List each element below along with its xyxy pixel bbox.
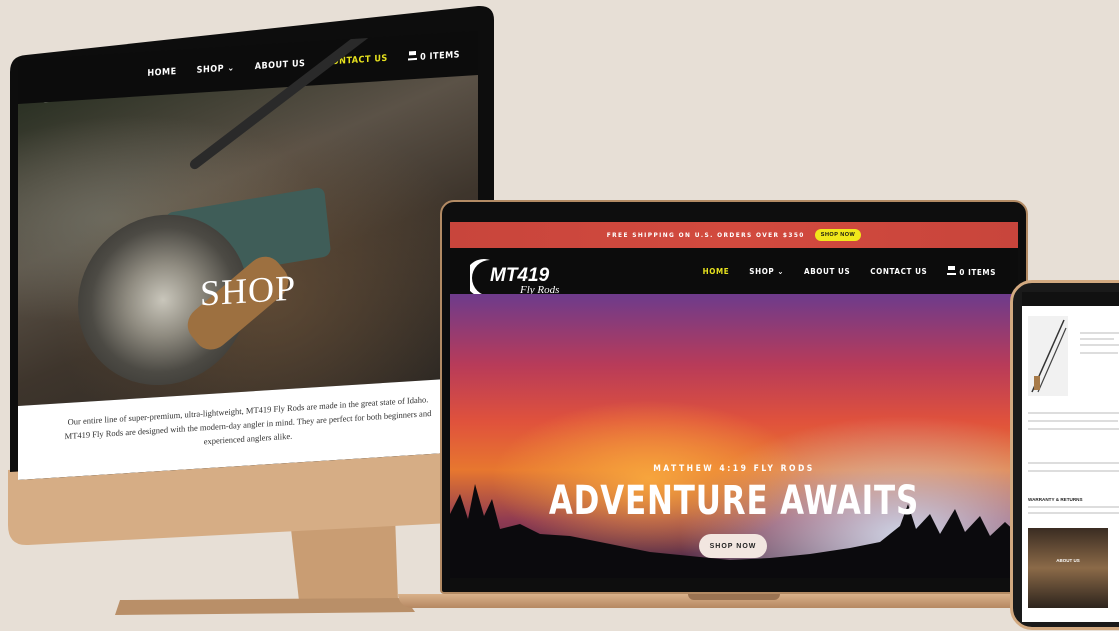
nav-shop[interactable]: SHOP ⌄	[197, 63, 235, 75]
nav-about[interactable]: ABOUT US	[804, 267, 850, 276]
nav-about[interactable]: ABOUT US	[255, 59, 306, 72]
hero-shop-now-button[interactable]: SHOP NOW	[699, 534, 767, 558]
mt419-logo[interactable]: MT419 Fly Rods	[470, 256, 580, 298]
cart-icon	[407, 50, 417, 61]
nav-contact[interactable]: CONTACT US	[870, 267, 927, 276]
nav-home[interactable]: HOME	[147, 67, 176, 79]
product-detail-line	[1028, 470, 1119, 472]
product-detail-line	[1080, 352, 1118, 354]
product-detail-line	[1028, 420, 1118, 422]
chevron-down-icon: ⌄	[777, 267, 785, 276]
nav-home[interactable]: HOME	[703, 267, 730, 276]
hero-title: ADVENTURE AWAITS	[548, 478, 920, 524]
promo-bar: FREE SHIPPING ON U.S. ORDERS OVER $350 S…	[450, 222, 1018, 248]
cart-icon	[947, 266, 957, 275]
nav-shop-label: SHOP	[749, 267, 775, 276]
laptop-hero-image: MATTHEW 4:19 FLY RODS ADVENTURE AWAITS S…	[450, 294, 1018, 578]
desktop-hero-image: SHOP	[18, 31, 478, 406]
cart-count: 0 ITEMS	[959, 268, 996, 277]
phone-screen: WARRANTY & RETURNS ABOUT US	[1022, 292, 1119, 622]
nav-shop[interactable]: SHOP ⌄	[749, 267, 784, 276]
product-detail-line	[1028, 506, 1119, 508]
product-image[interactable]	[1028, 316, 1068, 396]
product-detail-line	[1080, 332, 1119, 334]
svg-text:MT419: MT419	[490, 265, 550, 286]
product-detail-line	[1028, 462, 1119, 464]
phone-section-title: WARRANTY & RETURNS	[1028, 497, 1083, 502]
cart-count: 0 ITEMS	[420, 50, 460, 63]
hero-subtitle: MATTHEW 4:19 FLY RODS	[653, 464, 815, 474]
promo-text: FREE SHIPPING ON U.S. ORDERS OVER $350	[606, 231, 805, 239]
chevron-down-icon: ⌄	[227, 63, 235, 74]
promo-shop-now-button[interactable]: SHOP NOW	[814, 229, 862, 241]
laptop-screen: FREE SHIPPING ON U.S. ORDERS OVER $350 S…	[450, 222, 1018, 578]
product-detail-line	[1028, 428, 1119, 430]
nav-shop-label: SHOP	[196, 64, 225, 76]
product-detail-line	[1028, 512, 1119, 514]
product-detail-line	[1028, 412, 1119, 414]
phone-header	[1022, 292, 1119, 306]
laptop-notch	[688, 594, 780, 600]
about-us-caption: ABOUT US	[1056, 558, 1080, 563]
desktop-screen: HOME SHOP ⌄ ABOUT US CONTACT US 0 ITEMS …	[18, 31, 478, 480]
product-detail-line	[1080, 338, 1114, 340]
product-detail-line	[1080, 344, 1119, 346]
nav-cart[interactable]: 0 ITEMS	[407, 48, 460, 63]
nav-cart[interactable]: 0 ITEMS	[947, 266, 996, 277]
about-us-image[interactable]: ABOUT US	[1028, 528, 1108, 608]
